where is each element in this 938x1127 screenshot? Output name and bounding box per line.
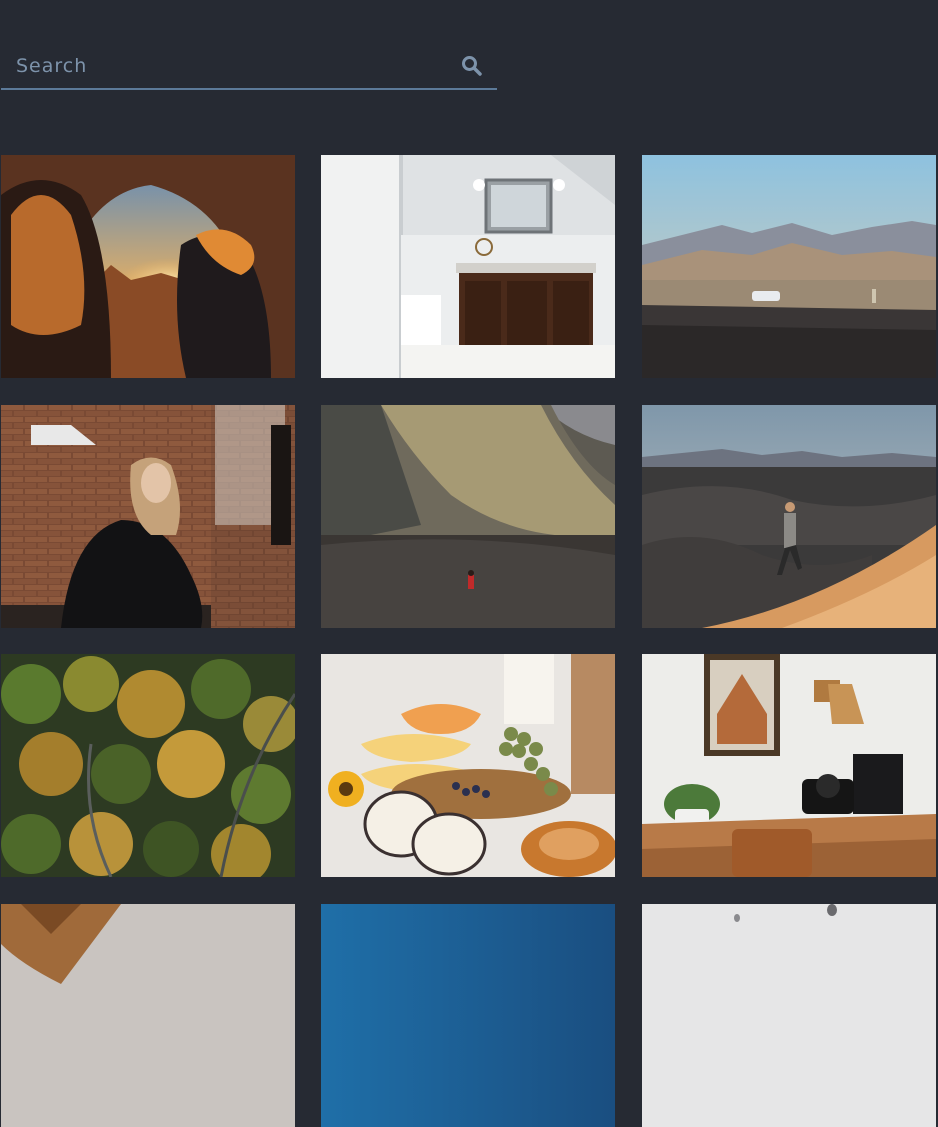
photo-desert-arch (1, 155, 295, 378)
photo-tile-sand-dunes[interactable] (642, 405, 936, 628)
photo-blue-sky (321, 904, 615, 1127)
photo-tile-balloons[interactable] (642, 904, 936, 1127)
search-icon[interactable] (460, 54, 484, 78)
photo-tile-autumn-forest[interactable] (1, 654, 295, 877)
search-bar (1, 44, 497, 90)
photo-autumn-forest (1, 654, 295, 877)
photo-tile-bathroom[interactable] (321, 155, 615, 378)
photo-desk-phone (642, 654, 936, 877)
photo-tile-brick-wall[interactable] (1, 405, 295, 628)
photo-tile-breakfast[interactable] (321, 654, 615, 877)
photo-balloons (642, 904, 936, 1127)
photo-sand-dunes (642, 405, 936, 628)
photo-tile-blue-sky[interactable] (321, 904, 615, 1127)
photo-tile-volcanic-hill[interactable] (321, 405, 615, 628)
photo-breakfast (321, 654, 615, 877)
search-input[interactable] (1, 44, 441, 88)
photo-brick-wall (1, 405, 295, 628)
photo-mountain-valley (642, 155, 936, 378)
photo-tile-mountain-valley[interactable] (642, 155, 936, 378)
photo-volcanic-hill (321, 405, 615, 628)
photo-tile-desk-phone[interactable] (642, 654, 936, 877)
photo-foliage (1, 904, 295, 1127)
photo-bathroom (321, 155, 615, 378)
photo-tile-desert-arch[interactable] (1, 155, 295, 378)
photo-tile-foliage[interactable] (1, 904, 295, 1127)
